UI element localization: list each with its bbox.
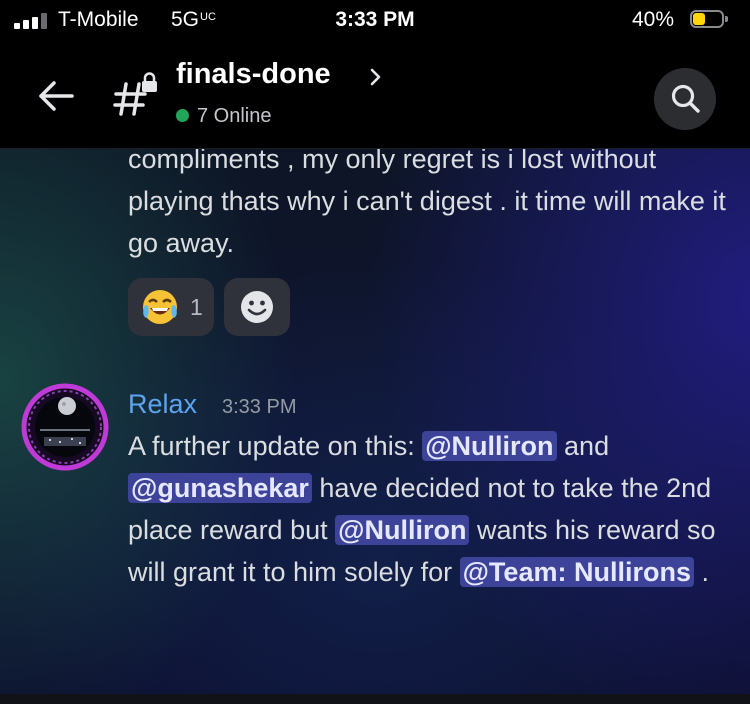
reaction-count: 1 (190, 294, 203, 320)
message-text: . (693, 557, 709, 587)
locked-channel-icon (112, 72, 162, 118)
message-timestamp: 3:33 PM (222, 396, 297, 418)
message-text: and (556, 431, 610, 461)
add-reaction-button[interactable] (224, 278, 290, 336)
mention-nulliron[interactable]: @Nulliron (422, 431, 557, 461)
online-dot-icon (176, 109, 189, 122)
mention-gunashekar[interactable]: @gunashekar (128, 473, 312, 503)
search-button[interactable] (654, 68, 716, 130)
status-bar: T-Mobile 5GUC 3:33 PM 40% (0, 0, 750, 42)
message-body: A further update on this: @Nulliron and … (128, 425, 728, 593)
back-arrow-icon[interactable] (36, 78, 76, 114)
joy-emoji-icon (143, 290, 177, 324)
online-status: 7 Online (176, 105, 272, 128)
previous-message-text: compliments , my only regret is i lost w… (128, 144, 726, 258)
mention-team-nullirons[interactable]: @Team: Nullirons (459, 557, 694, 587)
mention-nulliron[interactable]: @Nulliron (335, 515, 470, 545)
message-text: A further update on this: (128, 431, 423, 461)
bottom-divider (0, 694, 750, 704)
channel-name[interactable]: finals-done (176, 58, 331, 91)
chevron-right-icon[interactable] (368, 66, 384, 88)
search-icon (671, 84, 700, 113)
battery-percent: 40% (632, 8, 675, 31)
message-author[interactable]: Relax (128, 389, 197, 420)
channel-header: T-Mobile 5GUC 3:33 PM 40% finals-done 7 … (0, 0, 750, 149)
smiley-icon (241, 291, 273, 323)
battery-icon (690, 10, 730, 30)
author-avatar[interactable] (20, 382, 110, 472)
reaction-joy[interactable]: 1 (128, 278, 214, 336)
online-count: 7 Online (197, 105, 272, 127)
